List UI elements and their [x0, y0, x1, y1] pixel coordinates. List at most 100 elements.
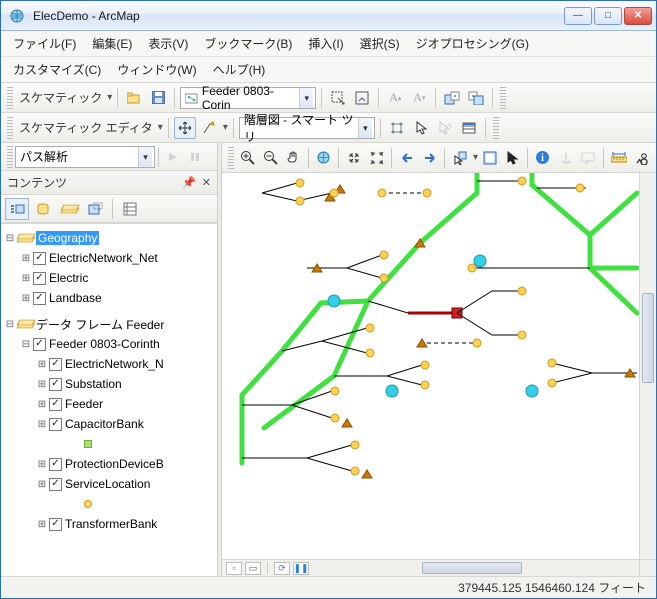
- clear-selection-button[interactable]: [479, 147, 501, 169]
- expand-icon[interactable]: ⊞: [19, 253, 33, 264]
- expand-icon[interactable]: ⊞: [35, 519, 49, 530]
- vertical-scrollbar[interactable]: [639, 173, 656, 559]
- dropdown-icon[interactable]: ▾: [223, 122, 228, 133]
- toolbar-grip[interactable]: [7, 87, 13, 109]
- zoom-out-button[interactable]: [259, 147, 281, 169]
- menu-item[interactable]: 編集(E): [86, 32, 138, 55]
- propagate-button[interactable]: [327, 87, 349, 109]
- dropdown-icon[interactable]: ▾: [473, 152, 478, 163]
- layout-view-tab[interactable]: ▭: [245, 562, 261, 575]
- pin-icon[interactable]: 📌: [182, 176, 196, 189]
- list-by-selection-button[interactable]: [83, 198, 107, 220]
- toolbar-grip[interactable]: [500, 87, 506, 109]
- layer-label[interactable]: Geography: [36, 231, 99, 245]
- layer-label[interactable]: ElectricNetwork_Net: [49, 251, 158, 265]
- tree-row[interactable]: ⊞✓ElectricNetwork_Net: [3, 248, 215, 268]
- expand-icon[interactable]: ⊞: [35, 419, 49, 430]
- layer-label[interactable]: ServiceLocation: [65, 477, 150, 491]
- menu-item[interactable]: 選択(S): [354, 32, 406, 55]
- menu-item[interactable]: ジオプロセシング(G): [410, 32, 535, 55]
- toolbar-grip[interactable]: [228, 147, 234, 169]
- select-elements-button[interactable]: [502, 147, 524, 169]
- expand-icon[interactable]: ⊞: [35, 359, 49, 370]
- toolbar-grip[interactable]: [493, 117, 499, 139]
- layer-label[interactable]: Electric: [49, 271, 88, 285]
- checkbox[interactable]: ✓: [49, 418, 62, 431]
- maximize-button[interactable]: □: [594, 7, 622, 25]
- horizontal-scrollbar[interactable]: ▫ ▭ ⟳ ❚❚: [222, 559, 639, 576]
- checkbox[interactable]: ✓: [33, 272, 46, 285]
- apply-layout-button[interactable]: [386, 117, 408, 139]
- list-by-visibility-button[interactable]: [57, 198, 81, 220]
- editor-label[interactable]: スケマティック エディタ: [17, 119, 155, 136]
- update-button[interactable]: [351, 87, 373, 109]
- tree-row[interactable]: ⊞✓TransformerBank: [3, 514, 215, 534]
- forward-button[interactable]: [419, 147, 441, 169]
- back-button[interactable]: [396, 147, 418, 169]
- collapse-icon[interactable]: ⊟: [19, 339, 33, 350]
- layer-label[interactable]: データ フレーム Feeder: [36, 316, 164, 333]
- tree-row[interactable]: ⊞✓ServiceLocation: [3, 474, 215, 494]
- checkbox[interactable]: ✓: [49, 478, 62, 491]
- list-by-source-button[interactable]: [31, 198, 55, 220]
- find-button[interactable]: [630, 147, 652, 169]
- checkbox[interactable]: ✓: [49, 358, 62, 371]
- tree-row[interactable]: ⊟ Geography: [3, 228, 215, 248]
- tree-row[interactable]: [3, 434, 215, 454]
- dropdown-icon[interactable]: ▾: [158, 122, 163, 133]
- layer-label[interactable]: Substation: [65, 377, 122, 391]
- layer-label[interactable]: TransformerBank: [65, 517, 157, 531]
- layer-label[interactable]: ElectricNetwork_N: [65, 357, 164, 371]
- expand-icon[interactable]: ⊞: [35, 399, 49, 410]
- checkbox[interactable]: ✓: [49, 378, 62, 391]
- layer-label[interactable]: ProtectionDeviceB: [65, 457, 164, 471]
- layer-label[interactable]: Feeder 0803-Corinth: [49, 337, 160, 351]
- zoom-in-button[interactable]: [237, 147, 259, 169]
- checkbox[interactable]: ✓: [33, 252, 46, 265]
- expand-icon[interactable]: ⊞: [35, 459, 49, 470]
- menu-item[interactable]: ヘルプ(H): [207, 58, 272, 81]
- layer-label[interactable]: CapacitorBank: [65, 417, 144, 431]
- tree-row[interactable]: ⊞✓Electric: [3, 268, 215, 288]
- dropdown-icon[interactable]: ▾: [107, 92, 112, 103]
- collapse-icon[interactable]: ⊟: [3, 233, 17, 244]
- close-button[interactable]: ✕: [624, 7, 652, 25]
- fixed-zoom-in-button[interactable]: [343, 147, 365, 169]
- menu-item[interactable]: 表示(V): [142, 32, 194, 55]
- toolbar-grip[interactable]: [7, 146, 13, 168]
- save-diagram-button[interactable]: [147, 87, 169, 109]
- analysis-combo[interactable]: パス解析: [15, 146, 155, 168]
- open-diagram-button[interactable]: [123, 87, 145, 109]
- layer-label[interactable]: Landbase: [49, 291, 102, 305]
- menu-item[interactable]: ブックマーク(B): [198, 32, 298, 55]
- checkbox[interactable]: ✓: [49, 398, 62, 411]
- tree-row[interactable]: ⊞✓Feeder: [3, 394, 215, 414]
- menu-item[interactable]: カスタマイズ(C): [7, 58, 107, 81]
- tree-row[interactable]: ⊟データ フレーム Feeder: [3, 314, 215, 334]
- fixed-zoom-out-button[interactable]: [366, 147, 388, 169]
- layer-label[interactable]: Feeder: [65, 397, 103, 411]
- layout-combo[interactable]: 階層図 - スマート ツリ: [239, 117, 375, 139]
- tree-row[interactable]: [3, 494, 215, 514]
- refresh-button[interactable]: ⟳: [274, 562, 290, 575]
- move-tool-button[interactable]: [174, 117, 196, 139]
- tree-row[interactable]: ⊞✓ElectricNetwork_N: [3, 354, 215, 374]
- measure-button[interactable]: [608, 147, 630, 169]
- sync-source-button[interactable]: [441, 87, 463, 109]
- select-button[interactable]: [410, 117, 432, 139]
- checkbox[interactable]: ✓: [33, 292, 46, 305]
- tree-row[interactable]: ⊟✓Feeder 0803-Corinth: [3, 334, 215, 354]
- properties-button[interactable]: [458, 117, 480, 139]
- edit-vertices-button[interactable]: [198, 117, 220, 139]
- identify-button[interactable]: i: [532, 147, 554, 169]
- toolbar-grip[interactable]: [7, 117, 13, 139]
- expand-icon[interactable]: ⊞: [35, 479, 49, 490]
- expand-icon[interactable]: ⊞: [35, 379, 49, 390]
- pan-button[interactable]: [282, 147, 304, 169]
- checkbox[interactable]: ✓: [49, 458, 62, 471]
- menu-item[interactable]: ファイル(F): [7, 32, 82, 55]
- scrollbar-thumb[interactable]: [642, 293, 654, 383]
- schematic-diagram-combo[interactable]: Feeder 0803-Corin: [180, 87, 316, 109]
- scrollbar-thumb[interactable]: [422, 562, 522, 574]
- checkbox[interactable]: ✓: [33, 338, 46, 351]
